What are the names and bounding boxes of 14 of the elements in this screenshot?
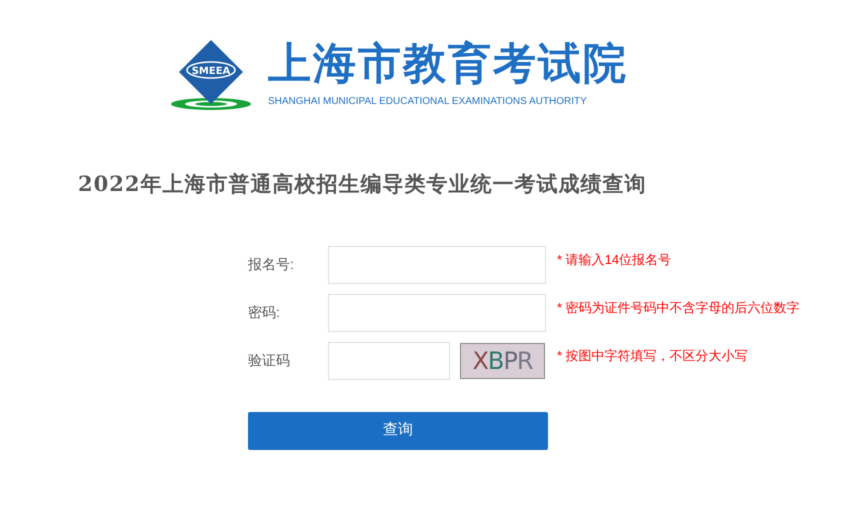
input-field[interactable] bbox=[328, 246, 546, 284]
field-label: 验证码 bbox=[248, 351, 291, 370]
captcha-image[interactable]: XBPR bbox=[460, 342, 545, 378]
field-hint: * 按图中字符填写，不区分大小写 bbox=[557, 346, 748, 364]
submit-button[interactable]: 查询 bbox=[248, 412, 548, 450]
field-label: 密码: bbox=[248, 303, 281, 322]
site-title: 上海市教育考试院 bbox=[268, 38, 628, 90]
site-subtitle: SHANGHAI MUNICIPAL EDUCATIONAL EXAMINATIONS AUTHORITY bbox=[268, 95, 588, 109]
field-hint: * 密码为证件号码中不含字母的后六位数字 bbox=[557, 298, 800, 316]
field-label: 报名号: bbox=[248, 255, 295, 274]
page-title: 2022年上海市普通高校招生编导类专业统一考试成绩查询 bbox=[78, 170, 648, 198]
field-hint: * 请输入14位报名号 bbox=[557, 250, 672, 268]
captcha-field[interactable] bbox=[328, 342, 450, 380]
input-field[interactable] bbox=[328, 294, 546, 332]
